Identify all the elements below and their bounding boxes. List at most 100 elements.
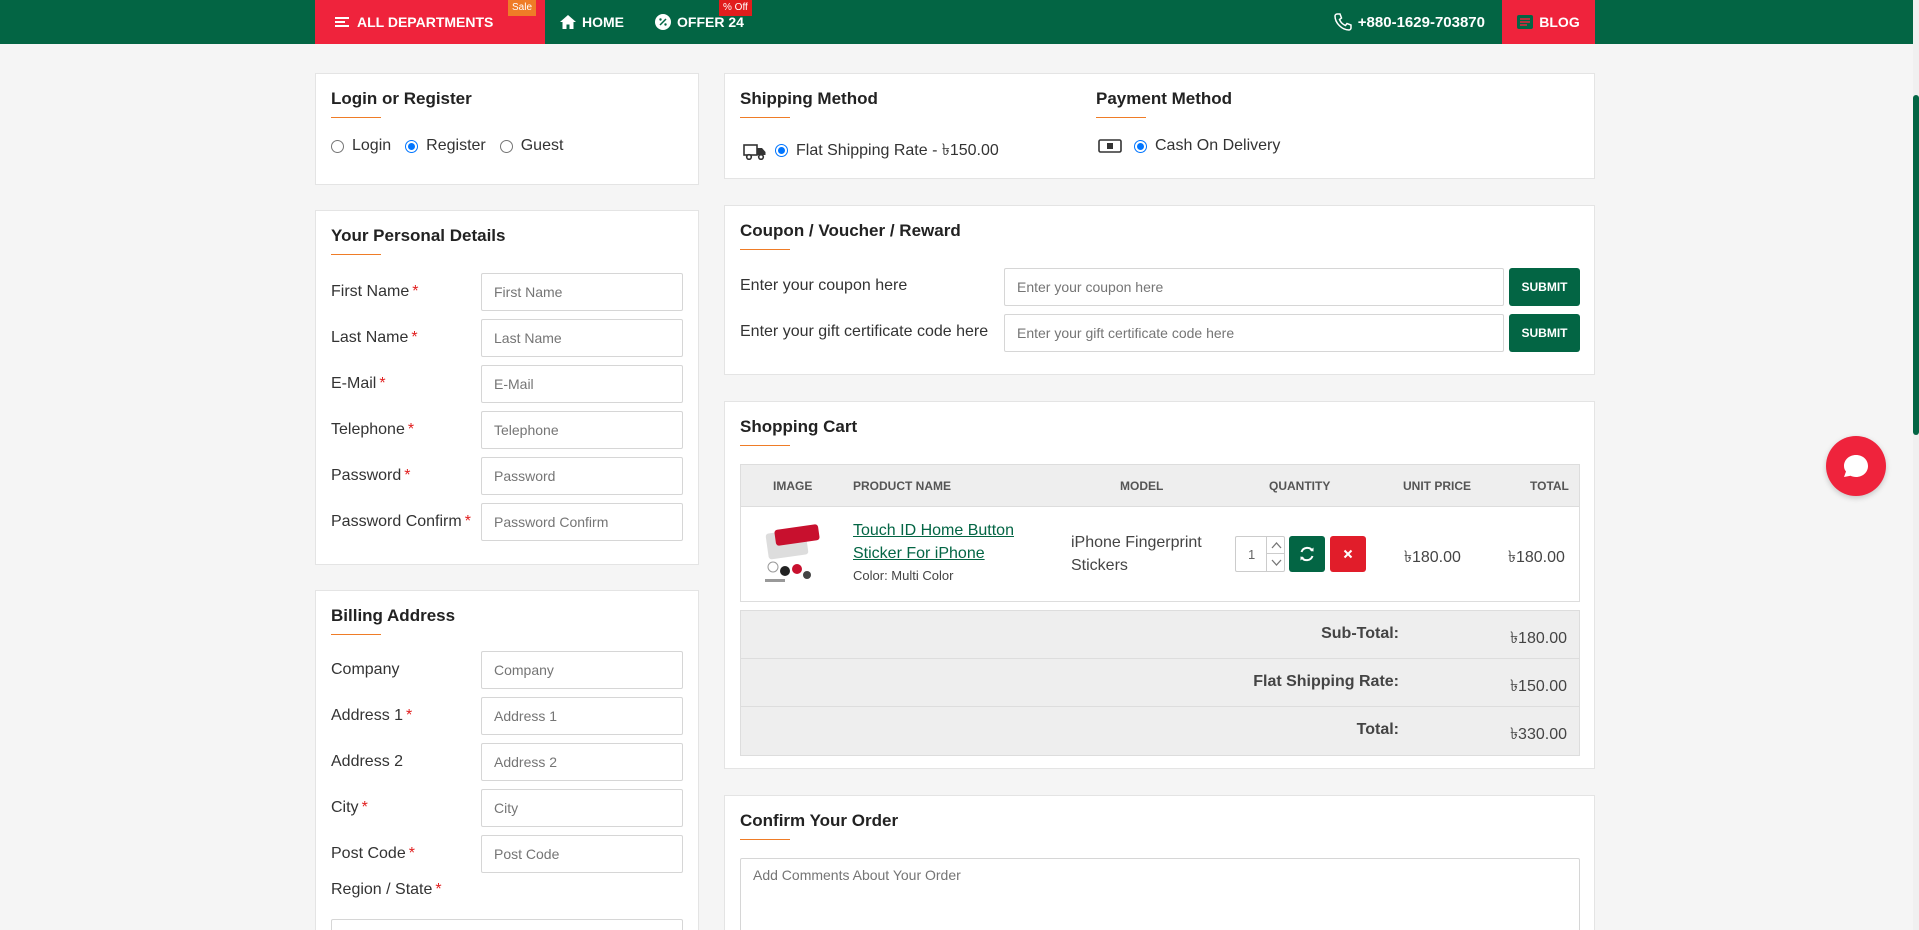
col-image: IMAGE	[773, 479, 813, 493]
radio-guest-label: Guest	[520, 137, 564, 154]
password-confirm-row: Password Confirm *	[331, 503, 683, 541]
cart-item-row: Touch ID Home Button Sticker For iPhone …	[741, 507, 1579, 601]
order-comments-textarea[interactable]	[740, 858, 1580, 930]
password-label: Password *	[331, 467, 411, 484]
password-confirm-input[interactable]	[481, 503, 683, 541]
email-row: E-Mail *	[331, 365, 683, 403]
quantity-increment[interactable]	[1266, 537, 1285, 554]
page-scrollbar[interactable]	[1913, 0, 1919, 930]
payment-radio[interactable]: Cash On Delivery	[1134, 137, 1280, 155]
payment-option[interactable]: Cash On Delivery	[1098, 137, 1280, 155]
blog-link[interactable]: BLOG	[1502, 0, 1595, 44]
login-register-panel: Login or Register Login Register Guest	[315, 73, 699, 185]
company-label: Company	[331, 661, 400, 678]
radio-register[interactable]: Register	[405, 137, 486, 155]
account-type-radios: Login Register Guest	[331, 137, 577, 155]
login-register-title: Login or Register	[331, 89, 472, 118]
scrollbar-thumb[interactable]	[1913, 95, 1919, 435]
radio-guest-dot[interactable]	[499, 139, 513, 153]
col-total: TOTAL	[1530, 479, 1569, 493]
first-name-input[interactable]	[481, 273, 683, 311]
city-label: City *	[331, 799, 368, 816]
company-input[interactable]	[481, 651, 683, 689]
home-link[interactable]: HOME	[560, 0, 624, 44]
coupon-title: Coupon / Voucher / Reward	[740, 221, 961, 250]
address2-label: Address 2	[331, 753, 404, 770]
grand-total-value: ৳330.00	[1510, 726, 1567, 743]
live-chat-button[interactable]	[1826, 436, 1886, 496]
post-code-input[interactable]	[481, 835, 683, 873]
product-model-line2: Stickers	[1071, 557, 1128, 574]
home-label: HOME	[582, 14, 624, 30]
quantity-stepper[interactable]: 1	[1235, 536, 1285, 572]
payment-radio-dot[interactable]	[1134, 139, 1147, 153]
coupon-panel: Coupon / Voucher / Reward Enter your cou…	[724, 205, 1595, 375]
address1-input[interactable]	[481, 697, 683, 735]
coupon-label: Enter your coupon here	[740, 277, 908, 294]
password-row: Password *	[331, 457, 683, 495]
payment-option-label: Cash On Delivery	[1155, 137, 1281, 154]
quantity-decrement[interactable]	[1266, 554, 1285, 571]
grand-total-label: Total:	[1356, 721, 1399, 738]
region-select[interactable]	[331, 919, 683, 930]
menu-icon	[335, 15, 349, 29]
first-name-row: First Name *	[331, 273, 683, 311]
home-icon	[560, 15, 576, 29]
company-row: Company	[331, 651, 683, 689]
shipping-radio[interactable]: Flat Shipping Rate - ৳150.00	[775, 137, 999, 164]
percent-icon	[655, 14, 671, 30]
product-model: iPhone Fingerprint Stickers	[1071, 531, 1202, 577]
subtotal-row: Sub-Total: ৳180.00	[741, 611, 1579, 659]
radio-login-dot[interactable]	[331, 139, 344, 153]
all-departments-button[interactable]: ALL DEPARTMENTS Sale	[315, 0, 545, 44]
shipping-radio-dot[interactable]	[775, 144, 788, 157]
post-code-label: Post Code *	[331, 845, 415, 862]
phone-icon	[1334, 13, 1352, 31]
radio-login[interactable]: Login	[331, 137, 391, 155]
item-total: ৳180.00	[1508, 549, 1565, 566]
product-model-line1: iPhone Fingerprint	[1071, 534, 1202, 551]
blog-icon	[1517, 15, 1534, 29]
radio-guest[interactable]: Guest	[499, 137, 564, 155]
telephone-label: Telephone *	[331, 421, 415, 438]
address2-input[interactable]	[481, 743, 683, 781]
telephone-input[interactable]	[481, 411, 683, 449]
radio-login-label: Login	[352, 137, 392, 154]
offer-badge: % Off	[719, 0, 752, 16]
remove-item-button[interactable]	[1330, 536, 1366, 572]
post-code-row: Post Code *	[331, 835, 683, 873]
phone-link[interactable]: +880-1629-703870	[1334, 0, 1485, 44]
all-departments-label: ALL DEPARTMENTS	[357, 14, 494, 30]
chat-icon	[1844, 455, 1868, 477]
password-input[interactable]	[481, 457, 683, 495]
first-name-label: First Name *	[331, 283, 419, 300]
coupon-submit-button[interactable]: SUBMIT	[1509, 268, 1580, 306]
product-name-line2: Sticker For iPhone	[853, 545, 985, 562]
coupon-input[interactable]	[1004, 268, 1504, 306]
cash-icon	[1098, 139, 1122, 153]
payment-method-title: Payment Method	[1096, 89, 1233, 118]
sale-badge: Sale	[508, 0, 537, 16]
last-name-input[interactable]	[481, 319, 683, 357]
offer-label: OFFER 24	[677, 14, 744, 30]
close-icon	[1343, 549, 1353, 559]
email-input[interactable]	[481, 365, 683, 403]
product-option: Color: Multi Color	[853, 568, 954, 583]
product-name-link[interactable]: Touch ID Home Button Sticker For iPhone	[853, 519, 1014, 565]
billing-address-panel: Billing Address Company Address 1* Addre…	[315, 590, 699, 930]
subtotal-label: Sub-Total:	[1321, 625, 1399, 642]
shipping-rate-label: Flat Shipping Rate:	[1253, 673, 1399, 690]
product-image	[765, 524, 820, 582]
product-thumbnail[interactable]	[761, 523, 823, 585]
update-quantity-button[interactable]	[1289, 536, 1325, 572]
confirm-order-title: Confirm Your Order	[740, 811, 899, 840]
shipping-option[interactable]: Flat Shipping Rate - ৳150.00	[743, 137, 999, 164]
city-input[interactable]	[481, 789, 683, 827]
gift-certificate-input[interactable]	[1004, 314, 1504, 352]
billing-address-title: Billing Address	[331, 606, 456, 635]
radio-register-dot[interactable]	[405, 139, 419, 153]
shipping-rate-value: ৳150.00	[1510, 678, 1567, 695]
telephone-row: Telephone *	[331, 411, 683, 449]
gift-submit-button[interactable]: SUBMIT	[1509, 314, 1580, 352]
gift-label: Enter your gift certificate code here	[740, 323, 989, 340]
